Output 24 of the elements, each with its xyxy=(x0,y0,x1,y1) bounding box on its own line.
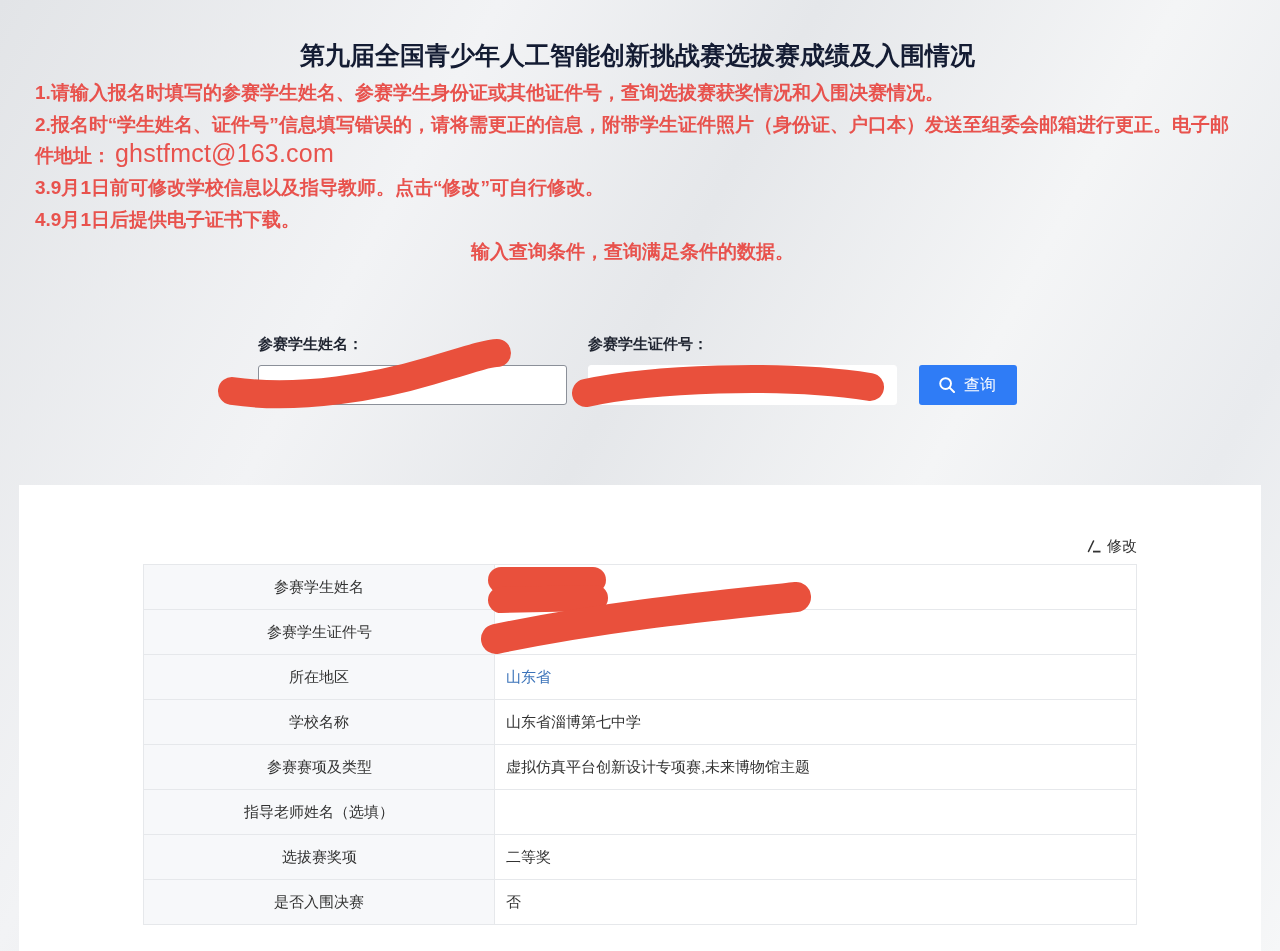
notice-text: 2.报名时“学生姓名、证件号”信息填写错误的，请将需更正的信息，附带学生证件照片（身份证、户口本）发送至组委会邮箱进行更正。电子邮件地址： ghstfmct@163.com xyxy=(35,113,1230,169)
field-label: 参赛学生证件号： xyxy=(587,334,708,354)
label-cell: 参赛赛项及类型 xyxy=(143,744,495,790)
value-cell: 山东省淄博第七中学 xyxy=(494,699,1137,745)
label-cell: 选拔赛奖项 xyxy=(143,834,495,880)
label-cell: 所在地区 xyxy=(143,654,495,700)
label-cell: 参赛学生证件号 xyxy=(143,609,495,655)
search-icon xyxy=(939,377,955,393)
pencil-icon xyxy=(1087,539,1101,553)
edit-link[interactable]: 修改 xyxy=(1087,536,1137,556)
notice-text: 3.9月1日前可修改学校信息以及指导教师。点击“修改”可自行修改。 xyxy=(35,176,605,200)
value-cell: 二等奖 xyxy=(494,834,1137,880)
page-title: 第九届全国青少年人工智能创新挑战赛选拔赛成绩及入围情况 xyxy=(298,40,976,71)
notice-text: 4.9月1日后提供电子证书下载。 xyxy=(35,208,301,232)
value-cell: 否 xyxy=(494,879,1137,925)
field-label: 参赛学生姓名： xyxy=(257,334,363,354)
label-cell: 指导老师姓名（选填） xyxy=(143,789,495,835)
search-button[interactable]: 查询 xyxy=(918,365,1017,405)
label-cell: 是否入围决赛 xyxy=(143,879,495,925)
value-cell: 虚拟仿真平台创新设计专项赛,未来博物馆主题 xyxy=(494,744,1137,790)
label-cell: 学校名称 xyxy=(143,699,495,745)
query-hint: 输入查询条件，查询满足条件的数据。 xyxy=(469,240,795,264)
notice-text: 1.请输入报名时填写的参赛学生姓名、参赛学生身份证或其他证件号，查询选拔赛获奖情况和入围决赛情况。 xyxy=(35,81,945,105)
region-link[interactable]: 山东省 xyxy=(506,667,551,685)
